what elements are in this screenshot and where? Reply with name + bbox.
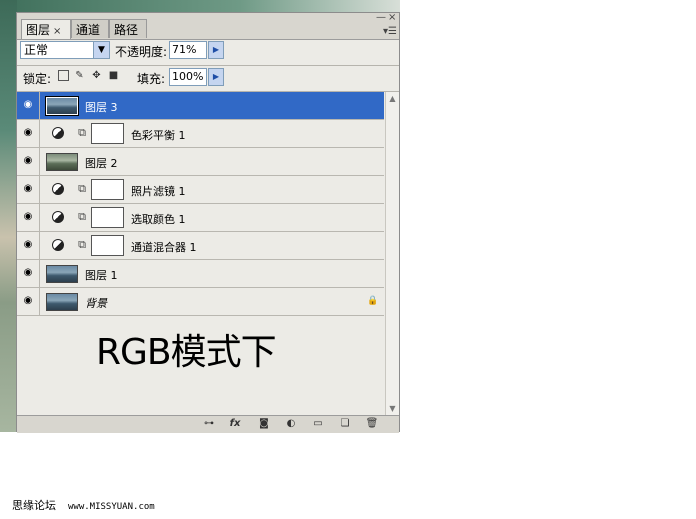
opacity-input[interactable]: 71% (169, 41, 207, 59)
lock-label: 锁定: (23, 72, 52, 86)
eye-icon[interactable]: ◉ (21, 156, 35, 166)
layer-mask-thumbnail (91, 207, 124, 228)
lock-position-icon[interactable]: ✥ (91, 70, 102, 81)
scroll-up-icon[interactable]: ▲ (386, 92, 399, 105)
eye-icon[interactable]: ◉ (21, 100, 35, 110)
visibility-cell[interactable]: ◉ (17, 176, 40, 203)
layers-scrollbar[interactable]: ▲ ▼ (385, 92, 399, 415)
lock-all-icon[interactable]: ■ (108, 70, 119, 81)
visibility-cell[interactable]: ◉ (17, 148, 40, 175)
layer-row[interactable]: ◉ 图层 1 (17, 260, 384, 288)
fx-icon[interactable]: fx (228, 418, 242, 430)
canvas-edge-left (0, 0, 17, 432)
layer-thumbnail (45, 96, 79, 116)
link-icon[interactable]: ⧉ (78, 126, 86, 140)
layer-thumbnail (46, 153, 78, 171)
layer-mask-thumbnail (91, 123, 124, 144)
scroll-down-icon[interactable]: ▼ (386, 402, 399, 415)
layer-row[interactable]: ◉ ⧉ 照片滤镜 1 (17, 176, 384, 204)
footer-url: www.MISSYUAN.com (68, 502, 155, 512)
tab-layers-label: 图层 (26, 23, 51, 37)
blend-mode-select[interactable]: 正常 ▼ (20, 41, 110, 59)
layer-name: 图层 1 (85, 269, 118, 282)
fill-slider-button[interactable]: ▶ (208, 68, 224, 86)
tab-layers[interactable]: 图层 × (21, 19, 71, 39)
layer-row[interactable]: ◉ ⧉ 通道混合器 1 (17, 232, 384, 260)
mode-caption: RGB模式下 (96, 332, 277, 373)
layer-thumbnail (46, 265, 78, 283)
visibility-cell[interactable]: ◉ (17, 204, 40, 231)
layer-name: 选取颜色 1 (131, 213, 186, 226)
footer-site: 思缘论坛 (12, 499, 56, 512)
layer-mask-thumbnail (91, 235, 124, 256)
eye-icon[interactable]: ◉ (21, 296, 35, 306)
new-layer-icon[interactable]: ❏ (338, 418, 352, 430)
eye-icon[interactable]: ◉ (21, 268, 35, 278)
adjustment-layer-icon (52, 183, 64, 195)
lock-transparency-icon[interactable] (58, 70, 69, 81)
close-panel-icon[interactable]: × (388, 12, 396, 23)
trash-icon[interactable]: 🗑 (365, 418, 379, 430)
layer-row[interactable]: ◉ 图层 3 (17, 92, 384, 120)
adjustment-layer-icon (52, 127, 64, 139)
visibility-cell[interactable]: ◉ (17, 260, 40, 287)
layer-name: 照片滤镜 1 (131, 185, 186, 198)
visibility-cell[interactable]: ◉ (17, 288, 40, 315)
mask-icon[interactable]: ◙ (257, 418, 271, 430)
blend-row: 正常 ▼ 不透明度: 71% ▶ (17, 40, 399, 64)
adjustment-icon[interactable]: ◐ (284, 418, 298, 430)
layer-name: 图层 3 (85, 101, 118, 114)
link-icon[interactable]: ⧉ (78, 238, 86, 252)
eye-icon[interactable]: ◉ (21, 128, 35, 138)
minimize-icon[interactable]: — (376, 12, 386, 23)
fill-label: 填充: (137, 72, 166, 86)
eye-icon[interactable]: ◉ (21, 212, 35, 222)
panel-bottom-toolbar: ⊶ fx ◙ ◐ ▭ ❏ 🗑 (17, 415, 399, 433)
panel-tab-bar: 图层 × 通道 路径 — × ▾☰ (17, 12, 399, 40)
link-icon[interactable]: ⊶ (202, 418, 216, 430)
layer-name: 背景 (85, 297, 107, 310)
tab-paths[interactable]: 路径 (109, 19, 147, 38)
layer-name: 色彩平衡 1 (131, 129, 186, 142)
layer-row[interactable]: ◉ 背景 🔒 (17, 288, 384, 316)
layer-thumbnail (46, 293, 78, 311)
layer-row[interactable]: ◉ 图层 2 (17, 148, 384, 176)
lock-pixels-icon[interactable]: ✎ (74, 70, 85, 81)
footer-watermark: 思缘论坛 www.MISSYUAN.com (12, 497, 155, 513)
link-icon[interactable]: ⧉ (78, 210, 86, 224)
layer-name: 图层 2 (85, 157, 118, 170)
eye-icon[interactable]: ◉ (21, 184, 35, 194)
visibility-cell[interactable]: ◉ (17, 92, 40, 119)
canvas-edge-top (0, 0, 400, 12)
adjustment-layer-icon (52, 239, 64, 251)
link-icon[interactable]: ⧉ (78, 182, 86, 196)
layer-mask-thumbnail (91, 179, 124, 200)
tab-channels[interactable]: 通道 (71, 19, 109, 38)
panel-menu-icon[interactable]: ▾☰ (383, 26, 397, 37)
folder-icon[interactable]: ▭ (311, 418, 325, 430)
opacity-slider-button[interactable]: ▶ (208, 41, 224, 59)
tab-paths-label: 路径 (114, 23, 139, 37)
layer-name: 通道混合器 1 (131, 241, 197, 254)
chevron-down-icon[interactable]: ▼ (93, 42, 109, 58)
adjustment-layer-icon (52, 211, 64, 223)
blend-mode-value: 正常 (24, 43, 49, 57)
tab-channels-label: 通道 (76, 23, 101, 37)
layer-row[interactable]: ◉ ⧉ 选取颜色 1 (17, 204, 384, 232)
visibility-cell[interactable]: ◉ (17, 120, 40, 147)
eye-icon[interactable]: ◉ (21, 240, 35, 250)
visibility-cell[interactable]: ◉ (17, 232, 40, 259)
lock-icon: 🔒 (367, 296, 379, 306)
lock-row: 锁定: ✎ ✥ ■ 填充: 100% ▶ (17, 66, 399, 90)
opacity-label: 不透明度: (115, 45, 168, 59)
layer-row[interactable]: ◉ ⧉ 色彩平衡 1 (17, 120, 384, 148)
close-tab-icon[interactable]: × (53, 26, 61, 37)
fill-input[interactable]: 100% (169, 68, 207, 86)
